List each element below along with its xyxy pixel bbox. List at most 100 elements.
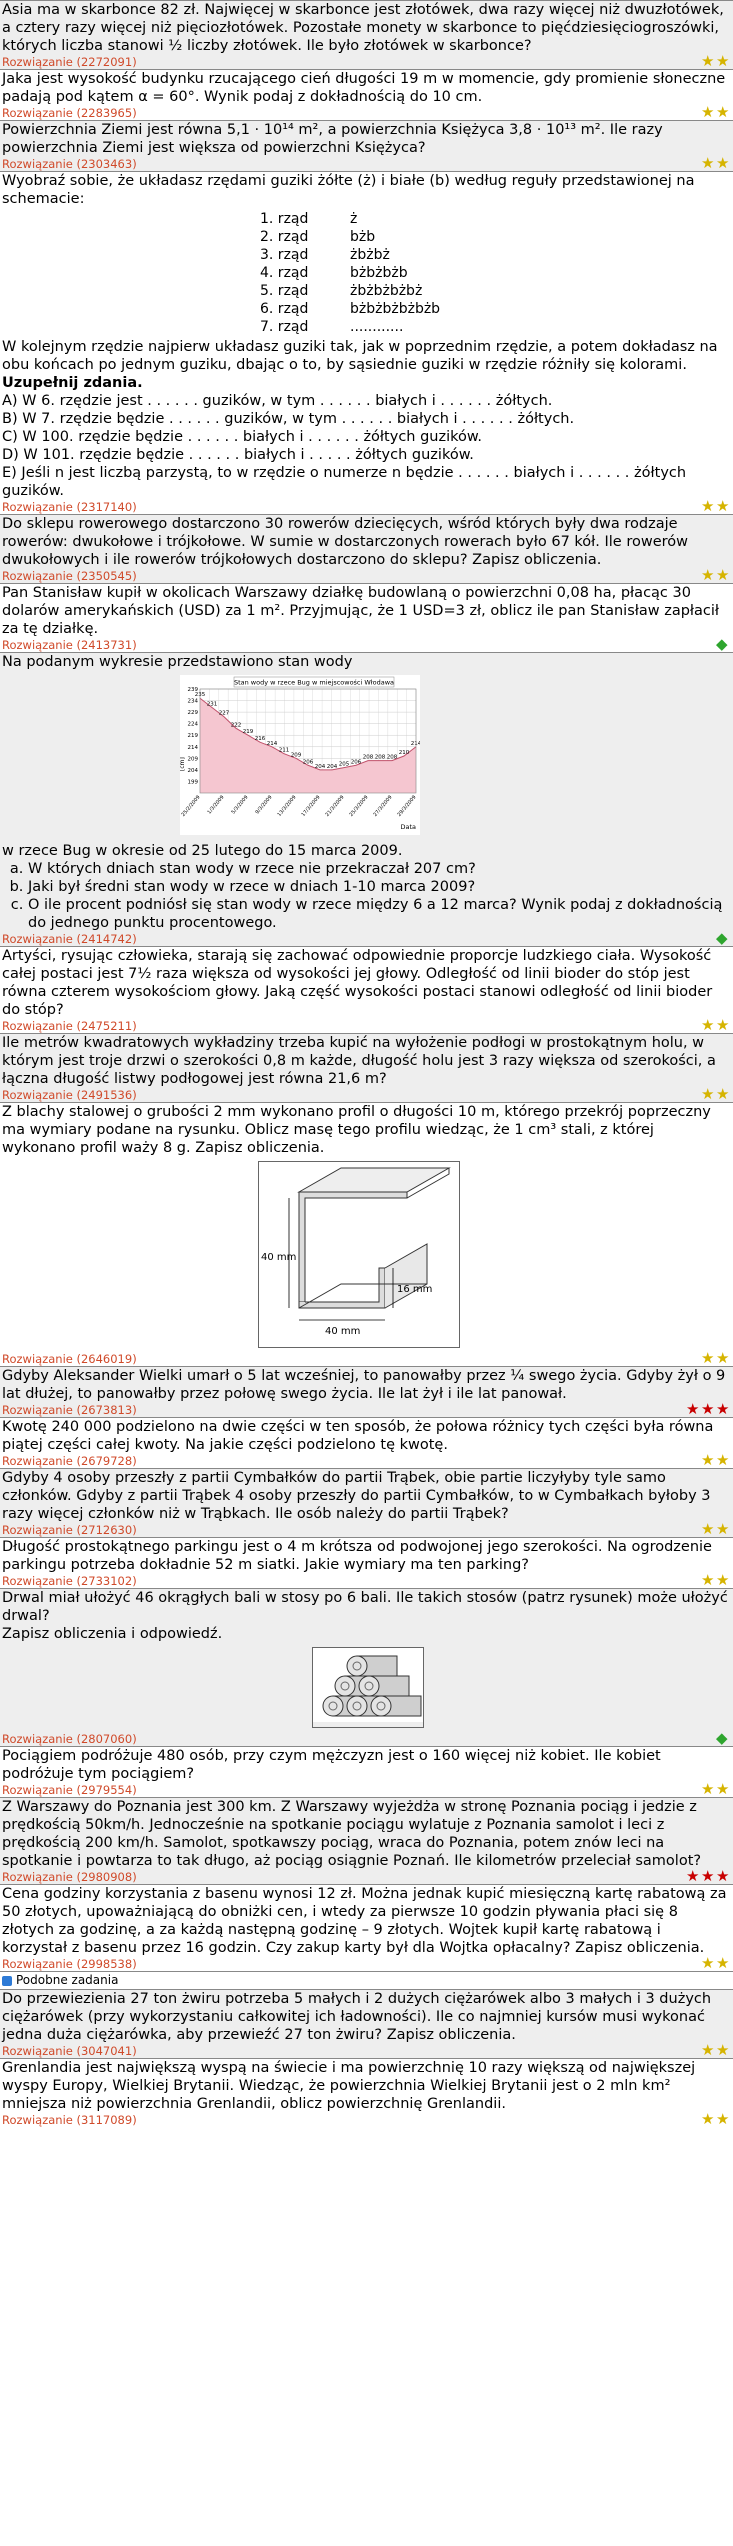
task-subquestion: B) W 7. rzędzie będzie . . . . . . guzik…	[2, 411, 575, 427]
data-label: 204	[327, 764, 338, 770]
solution-link[interactable]: Rozwiązanie (2491536)	[2, 1088, 729, 1102]
difficulty-stars: ★ ★	[701, 566, 730, 583]
solution-link[interactable]: Rozwiązanie (2350545)	[2, 569, 729, 583]
solution-link[interactable]: Rozwiązanie (2979554)	[2, 1783, 729, 1797]
difficulty-stars: ★ ★	[701, 1085, 730, 1102]
solution-link[interactable]: Rozwiązanie (2646019)	[2, 1352, 729, 1366]
task-subquestion: E) Jeśli n jest liczbą parzystą, to w rz…	[2, 465, 687, 499]
difficulty-stars: ★ ★	[701, 103, 730, 120]
difficulty-stars: ★ ★	[701, 1016, 730, 1033]
task-text: Z blachy stalowej o grubości 2 mm wykona…	[2, 1104, 711, 1156]
solution-link[interactable]: Rozwiązanie (2980908)	[2, 1870, 729, 1884]
solution-link[interactable]: Rozwiązanie (2317140)	[2, 500, 729, 514]
difficulty-stars: ★ ★	[701, 52, 730, 69]
task-text: Z Warszawy do Poznania jest 300 km. Z Wa…	[2, 1799, 702, 1869]
solution-link[interactable]: Rozwiązanie (2413731)	[2, 638, 729, 652]
solution-link[interactable]: Rozwiązanie (2414742)	[2, 932, 729, 946]
y-tick-label: 214	[188, 745, 199, 751]
data-label: 206	[303, 759, 314, 765]
star-icon: ★	[701, 2110, 715, 2127]
task-item: Artyści, rysując człowieka, starają się …	[0, 946, 733, 1033]
solution-link[interactable]: Rozwiązanie (3117089)	[2, 2113, 729, 2127]
row-label: 2. rząd	[260, 229, 309, 245]
task-item: Asia ma w skarbonce 82 zł. Najwięcej w s…	[0, 0, 733, 69]
task-item: Z Warszawy do Poznania jest 300 km. Z Wa…	[0, 1797, 733, 1884]
y-axis-label: [cm]	[180, 757, 186, 771]
task-text: Pociągiem podróżuje 480 osób, przy czym …	[2, 1748, 661, 1782]
subquestion: W których dniach stan wody w rzece nie p…	[28, 860, 729, 878]
star-icon: ★	[701, 52, 715, 69]
data-label: 208	[363, 755, 374, 761]
task-item: Długość prostokątnego parkingu jest o 4 …	[0, 1537, 733, 1588]
star-icon: ★	[701, 1349, 715, 1366]
star-icon: ★	[701, 2041, 715, 2058]
data-label: 205	[339, 762, 350, 768]
star-icon: ★	[716, 566, 730, 583]
star-icon: ★	[701, 1451, 715, 1468]
task-text: Do przewiezienia 27 ton żwiru potrzeba 5…	[2, 1991, 712, 2043]
solution-link[interactable]: Rozwiązanie (2679728)	[2, 1454, 729, 1468]
star-icon: ★	[716, 1349, 730, 1366]
solution-link[interactable]: Rozwiązanie (2283965)	[2, 106, 729, 120]
difficulty-stars: ★ ★ ★	[686, 1867, 730, 1884]
difficulty-stars: ★ ★	[701, 2110, 730, 2127]
star-icon: ★	[716, 154, 730, 171]
star-icon: ★	[716, 497, 730, 514]
solution-link[interactable]: Rozwiązanie (2303463)	[2, 157, 729, 171]
difficulty-stars: ★ ★	[701, 1451, 730, 1468]
task-item: Cena godziny korzystania z basenu wynosi…	[0, 1884, 733, 1971]
row-label: 5. rząd	[260, 283, 309, 299]
data-label: 231	[207, 701, 218, 707]
scheme-row: 5. rząd żbżbżbżbż	[260, 282, 729, 300]
solution-link[interactable]: Rozwiązanie (2673813)	[2, 1403, 729, 1417]
task-item: Powierzchnia Ziemi jest równa 5,1 · 10¹⁴…	[0, 120, 733, 171]
solution-link[interactable]: Rozwiązanie (2475211)	[2, 1019, 729, 1033]
star-icon: ★	[716, 1085, 730, 1102]
task-text: Asia ma w skarbonce 82 zł. Najwięcej w s…	[2, 2, 724, 54]
row-pattern: bżbżbżbżbżb	[350, 301, 441, 317]
solution-link[interactable]: Rozwiązanie (2733102)	[2, 1574, 729, 1588]
task-text: Długość prostokątnego parkingu jest o 4 …	[2, 1539, 712, 1573]
difficulty-stars: ◆	[716, 637, 730, 652]
dim-label-left: 40 mm	[261, 1252, 296, 1263]
difficulty-stars: ★ ★	[701, 1520, 730, 1537]
task-item: Gdyby 4 osoby przeszły z partii Cymbałkó…	[0, 1468, 733, 1537]
star-icon: ★	[701, 1954, 715, 1971]
data-label: 227	[219, 711, 230, 717]
row-pattern: ............	[350, 319, 404, 335]
star-icon: ★	[716, 1867, 730, 1884]
similar-tasks-link[interactable]: Podobne zadania	[0, 1971, 733, 1989]
task-subquestion: C) W 100. rzędzie będzie . . . . . . bia…	[2, 429, 483, 445]
subquestion: Jaki był średni stan wody w rzece w dnia…	[28, 878, 729, 896]
task-item: Wyobraź sobie, że układasz rzędami guzik…	[0, 171, 733, 514]
data-label: 211	[279, 748, 290, 754]
task-item: Drwal miał ułożyć 46 okrągłych bali w st…	[0, 1588, 733, 1746]
task-subquestion: A) W 6. rzędzie jest . . . . . . guzików…	[2, 393, 553, 409]
task-item: Gdyby Aleksander Wielki umarł o 5 lat wc…	[0, 1366, 733, 1417]
solution-link[interactable]: Rozwiązanie (2272091)	[2, 55, 729, 69]
solution-link[interactable]: Rozwiązanie (3047041)	[2, 2044, 729, 2058]
solution-link[interactable]: Rozwiązanie (2807060)	[2, 1732, 729, 1746]
difficulty-stars: ★ ★ ★	[686, 1402, 730, 1417]
star-icon: ★	[701, 103, 715, 120]
star-icon: ◆	[716, 1729, 728, 1746]
task-text: Gdyby 4 osoby przeszły z partii Cymbałkó…	[2, 1470, 711, 1522]
task-item: Pociągiem podróżuje 480 osób, przy czym …	[0, 1746, 733, 1797]
scheme-row: 7. rząd............	[260, 318, 729, 336]
task-text: Artyści, rysując człowieka, starają się …	[2, 948, 713, 1018]
dim-label-bottom: 40 mm	[325, 1326, 360, 1337]
figure-container	[312, 1647, 424, 1728]
task-text: Drwal miał ułożyć 46 okrągłych bali w st…	[2, 1590, 728, 1624]
star-icon: ★	[701, 566, 715, 583]
task-item: Z blachy stalowej o grubości 2 mm wykona…	[0, 1102, 733, 1366]
task-text: Powierzchnia Ziemi jest równa 5,1 · 10¹⁴…	[2, 122, 663, 156]
task-item: Pan Stanisław kupił w okolicach Warszawy…	[0, 583, 733, 652]
star-icon: ★	[716, 1520, 730, 1537]
star-icon: ★	[701, 1016, 715, 1033]
task-subquestion: D) W 101. rzędzie będzie . . . . . . bia…	[2, 447, 474, 463]
y-tick-label: 219	[188, 733, 199, 739]
data-label: 214	[267, 741, 278, 747]
solution-link[interactable]: Rozwiązanie (2712630)	[2, 1523, 729, 1537]
solution-link[interactable]: Rozwiązanie (2998538)	[2, 1957, 729, 1971]
task-text: Ile metrów kwadratowych wykładziny trzeb…	[2, 1035, 716, 1087]
